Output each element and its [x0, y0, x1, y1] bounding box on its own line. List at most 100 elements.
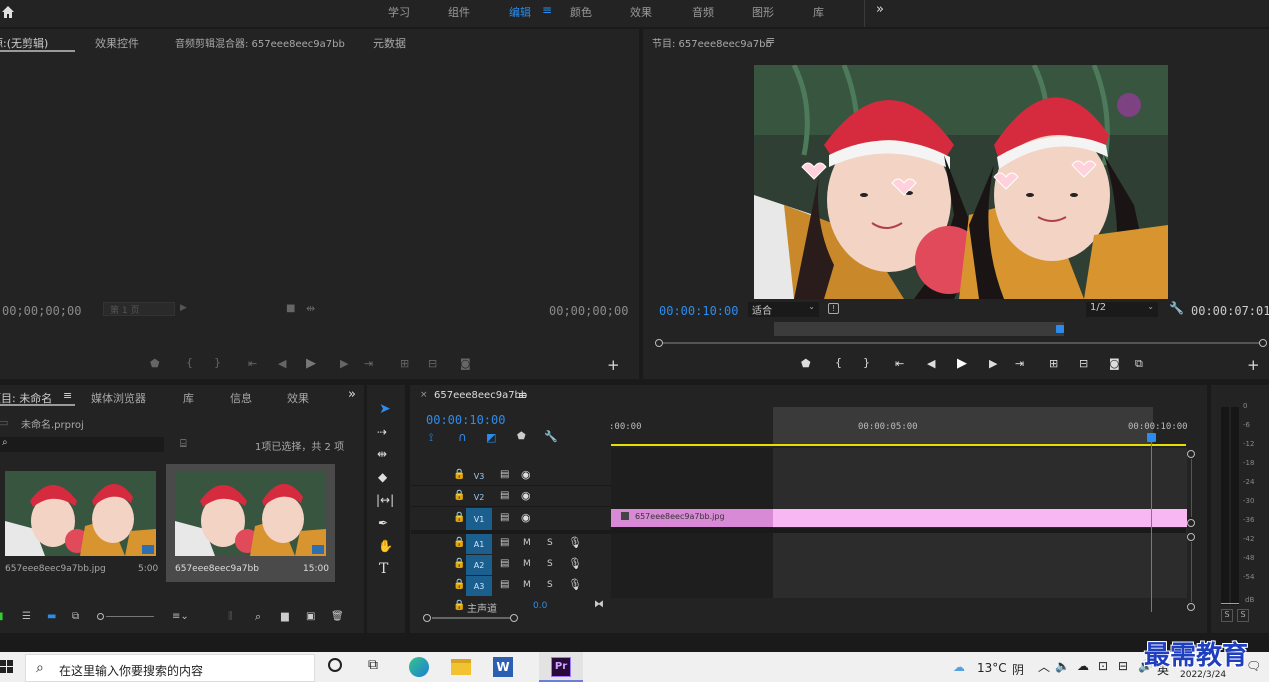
trash-icon[interactable]: 🗑 — [331, 611, 344, 622]
track-label[interactable]: V1 — [466, 508, 492, 530]
sync-lock-icon[interactable]: ▤ — [500, 490, 509, 501]
mic-icon[interactable]: 🎙 — [568, 557, 582, 570]
snap-icon[interactable]: ∩ — [458, 430, 467, 444]
project-search-input[interactable]: ⌕ — [0, 437, 164, 452]
lock-icon[interactable]: 🔒 — [453, 537, 465, 548]
solo-right-button[interactable]: S — [1237, 609, 1249, 622]
sequence-menu-icon[interactable]: ≡ — [518, 389, 527, 402]
mute-button[interactable]: M — [523, 580, 531, 590]
lock-icon[interactable]: 🔒 — [453, 600, 465, 611]
compare-icon[interactable]: ⧉ — [1135, 357, 1143, 371]
edge-icon[interactable] — [409, 657, 429, 677]
page-select[interactable]: 第 1 页 — [103, 302, 175, 316]
lock-icon[interactable]: ▮ — [0, 611, 4, 622]
sync-lock-icon[interactable]: ▤ — [500, 579, 509, 590]
sequence-tab[interactable]: 657eee8eec9a7bb — [434, 390, 527, 401]
track-label[interactable]: A1 — [466, 534, 492, 554]
taskbar-search-box[interactable]: ⌕ 在这里输入你要搜索的内容 — [25, 654, 315, 682]
tab-effect-controls[interactable]: 效果控件 — [95, 35, 139, 51]
overwrite-icon[interactable]: ⊟ — [428, 357, 437, 370]
workspace-assembly[interactable]: 组件 — [448, 4, 470, 20]
track-select-tool-icon[interactable]: ⇢ — [377, 425, 387, 439]
mark-in-icon[interactable]: { — [186, 356, 193, 369]
wrench-icon[interactable]: 🔧 — [1169, 301, 1184, 315]
new-bin-icon[interactable]: ▆ — [281, 611, 289, 622]
tab-media-browser[interactable]: 媒体浏览器 — [91, 390, 146, 406]
razor-tool-icon[interactable]: ◆ — [378, 470, 387, 484]
find-bin-icon[interactable]: ⌸ — [180, 437, 187, 451]
marker-icon[interactable]: ⬟ — [150, 357, 160, 370]
mute-button[interactable]: M — [523, 559, 531, 569]
tab-effects[interactable]: 效果 — [287, 390, 309, 406]
mark-out-icon[interactable]: } — [214, 356, 221, 369]
new-item-icon[interactable]: ▣ — [306, 611, 315, 622]
close-icon[interactable]: × — [420, 390, 428, 400]
lock-icon[interactable]: 🔒 — [453, 512, 465, 523]
nest-icon[interactable]: ⟟ — [429, 431, 433, 445]
sync-lock-icon[interactable]: ▤ — [500, 558, 509, 569]
step-back-icon[interactable]: ◀ — [278, 357, 286, 370]
more-workspaces-icon[interactable]: » — [876, 2, 884, 17]
info-icon[interactable]: ! — [828, 303, 839, 314]
vertical-scroll-bottom[interactable] — [1187, 603, 1195, 611]
program-menu-icon[interactable]: ≡ — [766, 34, 775, 47]
safe-margin-icon[interactable]: ■ — [286, 303, 295, 314]
program-playhead-timecode[interactable]: 00:00:10:00 — [659, 304, 738, 318]
solo-button[interactable]: S — [547, 559, 553, 569]
timeline-settings-icon[interactable]: 🔧 — [544, 430, 558, 443]
tab-info[interactable]: 信息 — [230, 390, 252, 406]
track-label[interactable]: V2 — [466, 487, 492, 507]
cortana-icon[interactable] — [328, 658, 342, 672]
network-icon[interactable]: ⊟ — [1118, 659, 1128, 673]
sync-lock-icon[interactable]: ▤ — [500, 469, 509, 480]
program-scrubber-track[interactable] — [659, 342, 1264, 344]
cloud-icon[interactable]: ☁ — [1077, 659, 1089, 673]
fit-select[interactable]: 适合 ⌄ — [748, 302, 819, 317]
go-to-end-icon[interactable]: ⧓ — [594, 599, 604, 610]
word-icon[interactable]: W — [493, 657, 513, 677]
find-icon[interactable]: ⌕ — [255, 610, 261, 624]
eye-icon[interactable]: ◉ — [521, 468, 531, 481]
camera-icon[interactable]: ◙ — [460, 357, 471, 370]
workspace-graphics[interactable]: 图形 — [752, 4, 774, 20]
zoom-slider-track[interactable] — [106, 616, 154, 617]
play-icon[interactable]: ▶ — [957, 356, 967, 371]
time-ruler[interactable]: :00:00 00:00:05:00 00:00:10:00 — [609, 407, 1188, 447]
solo-left-button[interactable]: S — [1221, 609, 1233, 622]
go-to-in-icon[interactable]: ⇤ — [248, 357, 257, 370]
tab-source[interactable]: 源:(无剪辑) — [0, 35, 48, 51]
vertical-scroll-audio-top[interactable] — [1187, 533, 1195, 541]
step-back-icon[interactable]: ◀ — [927, 357, 935, 370]
source-timecode[interactable]: 00;00;00;00 — [2, 304, 81, 318]
more-tabs-icon[interactable]: » — [348, 387, 356, 402]
playhead-marker[interactable] — [1147, 433, 1156, 442]
drag-video-icon[interactable]: ⇹ — [306, 302, 315, 315]
lock-icon[interactable]: 🔒 — [453, 579, 465, 590]
step-forward-icon[interactable]: ▶ — [989, 357, 997, 370]
icon-view-icon[interactable]: ▬ — [47, 611, 56, 622]
insert-icon[interactable]: ⊞ — [400, 357, 409, 370]
solo-button[interactable]: S — [547, 538, 553, 548]
workspace-audio[interactable]: 音频 — [692, 4, 714, 20]
program-mini-playhead[interactable] — [1056, 325, 1064, 333]
h-scroll-track[interactable] — [432, 617, 510, 619]
weather-desc[interactable]: 阴 — [1012, 661, 1024, 678]
start-icon[interactable] — [0, 660, 14, 674]
vertical-scroll-mid[interactable] — [1187, 519, 1195, 527]
project-menu-icon[interactable]: ≡ — [63, 389, 72, 402]
eye-icon[interactable]: ◉ — [521, 511, 531, 524]
mic-icon[interactable]: 🎙 — [568, 536, 582, 549]
go-to-out-icon[interactable]: ⇥ — [1015, 357, 1024, 370]
lock-icon[interactable]: 🔒 — [453, 469, 465, 480]
scrubber-left-handle[interactable] — [655, 339, 663, 347]
mic-icon[interactable]: 🎙 — [568, 578, 582, 591]
workspace-learn[interactable]: 学习 — [388, 4, 410, 20]
list-view-icon[interactable]: ☰ — [22, 611, 31, 622]
add-button-icon[interactable]: + — [1247, 356, 1260, 374]
type-tool-icon[interactable]: T — [379, 561, 388, 577]
v1-clip[interactable]: 657eee8eec9a7bb.jpg — [611, 509, 1187, 527]
program-mini-ruler[interactable] — [774, 322, 1064, 336]
selection-tool-icon[interactable]: ➤ — [379, 401, 391, 417]
mark-out-icon[interactable]: } — [863, 356, 870, 369]
tab-metadata[interactable]: 元数据 — [373, 35, 406, 51]
